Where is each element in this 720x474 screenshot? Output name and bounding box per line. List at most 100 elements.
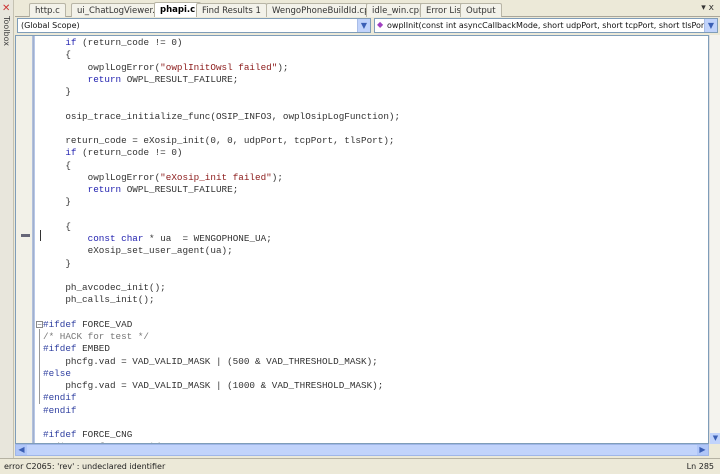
status-bar: error C2065: 'rev' : undeclared identifi… — [0, 458, 720, 474]
code-line: { — [43, 160, 400, 172]
code-line: if (return_code != 0) — [43, 37, 400, 49]
code-line: } — [43, 86, 400, 98]
code-token: OWPL_RESULT_FAILURE; — [121, 184, 239, 195]
code-line: #endif — [43, 405, 400, 417]
code-token: * ua = WENGOPHONE_UA; — [143, 233, 272, 244]
bookmark-indicator — [21, 234, 30, 237]
code-line: return_code = eXosip_init(0, 0, udpPort,… — [43, 135, 400, 147]
member-dropdown[interactable]: ◆ owplInit(const int asyncCallbackMode, … — [374, 18, 718, 33]
code-line: eXosip_set_user_agent(ua); — [43, 245, 400, 257]
code-token: phcfg.vad = VAD_VALID_MASK | (1000 & VAD… — [43, 380, 384, 391]
tab-ui-chatlogviewer-h[interactable]: ui_ChatLogViewer.h — [71, 3, 167, 17]
code-token: ); — [277, 61, 289, 73]
code-line: #ifdef FORCE_CNG — [43, 429, 400, 441]
text-cursor — [40, 230, 41, 241]
code-token: const — [87, 233, 116, 244]
code-token: { — [43, 220, 71, 232]
code-line: osip_trace_initialize_func(OSIP_INFO3, o… — [43, 111, 400, 123]
code-token: return — [87, 184, 122, 195]
code-line: #ifdef FORCE_VAD — [43, 319, 400, 331]
horizontal-scrollbar[interactable]: ◀ ▶ — [15, 444, 709, 456]
method-icon: ◆ — [377, 20, 384, 29]
code-line: #else — [43, 368, 400, 380]
code-token: #ifdef — [43, 318, 77, 330]
scroll-right-icon[interactable]: ▶ — [697, 445, 708, 455]
code-line: { — [43, 49, 400, 61]
code-line: ph_calls_init(); — [43, 294, 400, 306]
code-token: { — [43, 159, 71, 171]
code-token: return_code = eXosip_init(0, 0, udpPort,… — [43, 135, 395, 146]
code-token: osip_trace_initialize_func(OSIP_INFO3, o… — [43, 110, 401, 122]
code-line: ph_avcodec_init(); — [43, 282, 400, 294]
fold-collapse-icon[interactable]: − — [36, 321, 43, 328]
tab-wengophonebuildid-cpp[interactable]: WengoPhoneBuildId.cpp — [266, 3, 381, 17]
scroll-down-icon[interactable]: ▼ — [710, 433, 720, 444]
code-line: phcfg.vad = VAD_VALID_MASK | (1000 & VAD… — [43, 380, 400, 392]
code-editor[interactable]: − − if (return_code != 0) { owplLogError… — [15, 35, 709, 444]
code-token: } — [43, 86, 71, 97]
code-token: #ifdef — [43, 343, 77, 355]
code-token: FORCE_CNG — [76, 429, 133, 440]
code-token: "owplInitOwsl failed" — [160, 61, 278, 73]
code-line: if (return_code != 0) — [43, 147, 400, 159]
code-line: owplLogError("eXosip_init failed"); — [43, 172, 400, 184]
chevron-down-icon[interactable]: ▼ — [704, 19, 717, 32]
code-token: FORCE_VAD — [76, 318, 133, 330]
tab-find-results-1[interactable]: Find Results 1 — [196, 3, 267, 17]
vertical-scrollbar[interactable]: ▼ — [709, 35, 720, 444]
code-line: } — [43, 196, 400, 208]
code-token: #ifdef — [43, 429, 77, 440]
toolbox-strip[interactable]: ✕ Toolbox — [0, 0, 14, 458]
document-tabs: http.c ui_ChatLogViewer.h phapi.c Find R… — [15, 0, 720, 18]
code-token: eXosip_set_user_agent(ua); — [43, 245, 233, 257]
code-text[interactable]: if (return_code != 0) { owplLogError("ow… — [43, 37, 400, 443]
code-token: } — [43, 196, 71, 208]
tab-list-dropdown-icon[interactable]: ▾ — [701, 3, 706, 13]
tab-output[interactable]: Output — [460, 3, 502, 17]
status-message: error C2065: 'rev' : undeclared identifi… — [4, 462, 166, 471]
code-token: return — [87, 73, 122, 85]
code-token: #endif — [43, 404, 77, 416]
line-number: Ln 285 — [686, 462, 714, 471]
scope-dropdown[interactable]: (Global Scope) ▼ — [17, 18, 371, 33]
fold-line — [39, 329, 40, 404]
code-token: { — [43, 49, 71, 61]
code-token: ph_avcodec_init(); — [43, 282, 166, 293]
code-line: #endif — [43, 392, 400, 404]
code-token: ph_calls_init(); — [43, 294, 155, 306]
scroll-left-icon[interactable]: ◀ — [16, 445, 27, 455]
code-line: return OWPL_RESULT_FAILURE; — [43, 184, 400, 196]
code-line: phcfg.vad = VAD_VALID_MASK | (500 & VAD_… — [43, 356, 400, 368]
close-document-icon[interactable]: x — [709, 3, 714, 13]
code-line: } — [43, 258, 400, 270]
code-line: const char * ua = WENGOPHONE_UA; — [43, 233, 400, 245]
code-token: owplLogError( — [43, 61, 161, 73]
code-token: if — [65, 37, 77, 48]
code-token: (return_code != 0) — [76, 147, 183, 159]
code-token: EMBED — [76, 343, 110, 355]
code-token: (return_code != 0) — [76, 37, 183, 48]
member-value: owplInit(const int asyncCallbackMode, sh… — [387, 21, 718, 30]
chevron-down-icon[interactable]: ▼ — [357, 19, 370, 32]
code-token: OWPL_RESULT_FAILURE; — [121, 73, 239, 85]
code-token: #endif — [43, 392, 77, 404]
indicator-margin — [16, 36, 35, 443]
navigation-bar: (Global Scope) ▼ ◆ owplInit(const int as… — [15, 17, 720, 35]
tab-http-c[interactable]: http.c — [29, 3, 66, 17]
code-line: #ifdef EMBED — [43, 343, 400, 355]
code-token: } — [43, 257, 71, 269]
toolbox-label: Toolbox — [2, 16, 11, 46]
code-token: #else — [43, 367, 71, 379]
tab-phapi-c[interactable]: phapi.c — [154, 2, 202, 18]
scope-value: (Global Scope) — [21, 21, 80, 30]
code-token: ); — [271, 171, 283, 183]
